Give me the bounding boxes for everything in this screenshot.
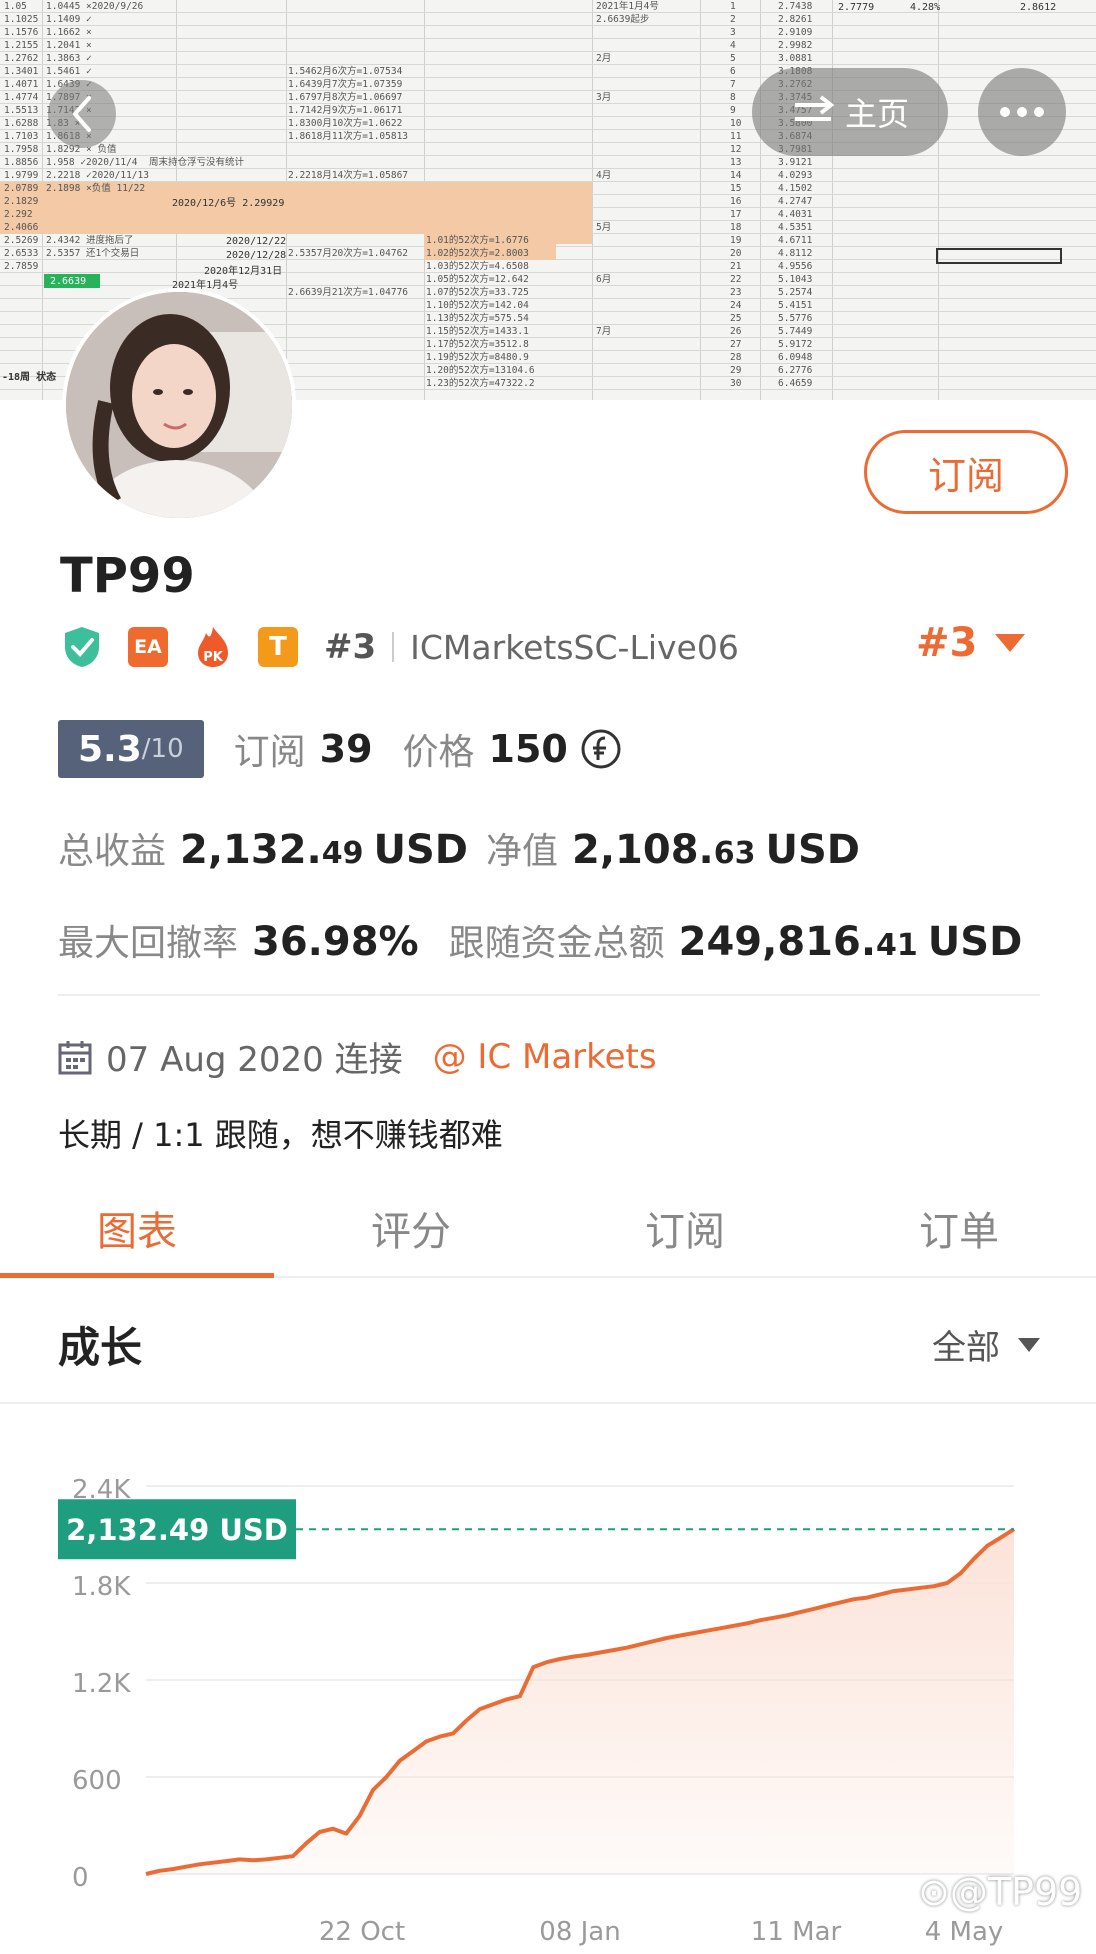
home-button[interactable]: 主页 — [752, 68, 948, 156]
sheet-col-5: 1 2 3 4 5 6 7 8 9 10 11 12 13 14 15 16 1… — [730, 1, 742, 389]
highlight-cell — [555, 182, 592, 242]
equity-int: 2,108. — [572, 827, 714, 873]
score-denominator: /10 — [141, 734, 184, 764]
x-tick-label: 11 Mar — [751, 1917, 842, 1947]
avatar-portrait — [66, 292, 292, 518]
y-tick-label: 1.8K — [72, 1572, 131, 1602]
more-button[interactable] — [978, 68, 1066, 156]
broker-link[interactable]: @ IC Markets — [433, 1037, 657, 1077]
y-tick-label: 600 — [72, 1766, 122, 1796]
tab-orders[interactable]: 订单 — [822, 1180, 1096, 1276]
badge-row: EA PK T #3 ICMarketsSC-Live06 — [62, 622, 739, 672]
price-value: 150 — [488, 727, 568, 771]
follow-funds-unit: USD — [927, 919, 1023, 965]
subscribe-button[interactable]: 订阅 — [864, 430, 1068, 514]
profit-row: 总收益 2,132. 49 USD 净值 2,108. 63 USD — [58, 822, 860, 874]
home-label: 主页 — [844, 95, 909, 133]
max-drawdown-label: 最大回撤率 — [58, 923, 239, 964]
server-name: ICMarketsSC-Live06 — [410, 627, 739, 667]
sheet-note: 2020/12/6号 2.29929 — [172, 198, 285, 209]
follow-funds-dec: 41 — [876, 928, 918, 963]
total-profit-dec: 49 — [321, 836, 364, 871]
sheet-col-6: 2.7438 2.8261 2.9109 2.9982 3.0881 3.180… — [778, 1, 813, 389]
x-tick-label: 4 May — [925, 1917, 1004, 1947]
sheet-selection — [936, 248, 1062, 264]
connect-date: 07 Aug 2020 连接 — [106, 1040, 403, 1080]
sheet-value: 2.8612 — [1020, 2, 1057, 13]
growth-chart: 0 600 1.2K 1.8K 2.4K 22 Oct 08 Jan 11 Mar 4 May 2… — [0, 1404, 1096, 1950]
sheet-col-1: 1.05 1.1025 1.1576 1.2155 1.2762 1.3401 … — [4, 1, 39, 272]
total-profit-int: 2,132. — [180, 827, 322, 873]
subscribers-value: 39 — [319, 727, 373, 771]
username: TP99 — [60, 548, 195, 604]
back-button[interactable] — [48, 80, 116, 148]
follow-funds-label: 跟随资金总额 — [448, 923, 665, 964]
rank-dropdown[interactable]: #3 — [916, 620, 1026, 666]
drawdown-row: 最大回撤率 36.98% 跟随资金总额 249,816. 41 USD — [58, 914, 1022, 966]
price-label: 价格 — [402, 732, 475, 773]
caret-down-icon — [1018, 1337, 1040, 1352]
subscribers-label: 订阅 — [233, 732, 306, 773]
calendar-icon — [58, 1040, 92, 1074]
avatar[interactable] — [62, 288, 296, 522]
range-filter[interactable]: 全部 — [932, 1320, 1040, 1369]
sheet-col-4: 2021年1月4号 2.6639起步 2月 3月 4月 5月 6月 7月 — [596, 1, 659, 337]
watermark: ⊙@TP99 — [918, 1870, 1083, 1914]
section-title: 成长 — [58, 1323, 143, 1372]
score-badge: 5.3/10 — [58, 720, 204, 778]
tab-bar: 图表 评分 订阅 订单 — [0, 1180, 1096, 1278]
caret-down-icon — [995, 634, 1026, 652]
rank-inline: #3 — [324, 627, 377, 667]
badge-pk-text: PK — [203, 650, 224, 665]
badge-ea: EA — [128, 627, 168, 667]
sheet-value: 4.28% — [910, 2, 941, 13]
x-tick-label: 08 Jan — [539, 1917, 620, 1947]
sheet-col-3: 1.5462月6次方=1.07534 1.6439月7次方=1.07359 1.… — [288, 66, 409, 298]
fire-pk-icon: PK — [194, 625, 232, 669]
swap-icon — [794, 95, 835, 121]
equity-label: 净值 — [485, 831, 558, 872]
y-tick-label: 0 — [72, 1863, 89, 1893]
sheet-note: 2020年12月31日 — [204, 266, 283, 277]
sheet-col-7: 1.01的52次方=1.6776 1.02的52次方=2.8003 1.03的5… — [426, 235, 535, 389]
meta-row: 07 Aug 2020 连接 @ IC Markets — [58, 1032, 657, 1081]
tab-subscription[interactable]: 订阅 — [548, 1180, 822, 1276]
score-value: 5.3 — [78, 728, 142, 770]
current-value-label: 2,132.49 USD — [66, 1513, 288, 1547]
total-profit-unit: USD — [373, 827, 468, 873]
badge-t: T — [258, 627, 298, 667]
section-header: 成长 全部 — [0, 1278, 1096, 1404]
total-profit-label: 总收益 — [58, 831, 167, 872]
max-drawdown-value: 36.98% — [252, 919, 419, 965]
sheet-green-value: 2.6639 — [50, 276, 87, 287]
sheet-note: 2020/12/22 — [226, 236, 287, 247]
sheet-row-label: -18周 状态 — [2, 372, 57, 383]
follow-funds-int: 249,816. — [678, 919, 877, 965]
shield-check-icon — [62, 625, 102, 669]
equity-dec: 63 — [713, 836, 756, 871]
equity-unit: USD — [765, 827, 860, 873]
sheet-value: 2.7779 — [838, 2, 875, 13]
more-dots-icon — [1000, 107, 1044, 117]
divider — [58, 994, 1040, 996]
chevron-left-icon — [73, 96, 91, 132]
range-filter-label: 全部 — [932, 1328, 1000, 1368]
growth-chart-svg: 06001.2K1.8K2.4K22 Oct 08 Jan 11 Mar 4 May2… — [58, 1475, 1016, 1947]
series-area — [146, 1529, 1014, 1874]
tab-rating[interactable]: 评分 — [274, 1180, 548, 1276]
score-row: 5.3/10 订阅 39 价格 150 — [58, 720, 622, 778]
y-tick-label: 1.2K — [72, 1669, 131, 1699]
x-tick-label: 22 Oct — [319, 1917, 405, 1947]
divider — [392, 632, 395, 662]
description: 长期 / 1:1 跟随，想不赚钱都难 — [58, 1116, 503, 1154]
tab-chart[interactable]: 图表 — [0, 1180, 274, 1278]
sheet-note: 2020/12/28 — [226, 250, 287, 261]
currency-coin-icon — [581, 729, 621, 769]
rank-value: #3 — [916, 620, 978, 666]
